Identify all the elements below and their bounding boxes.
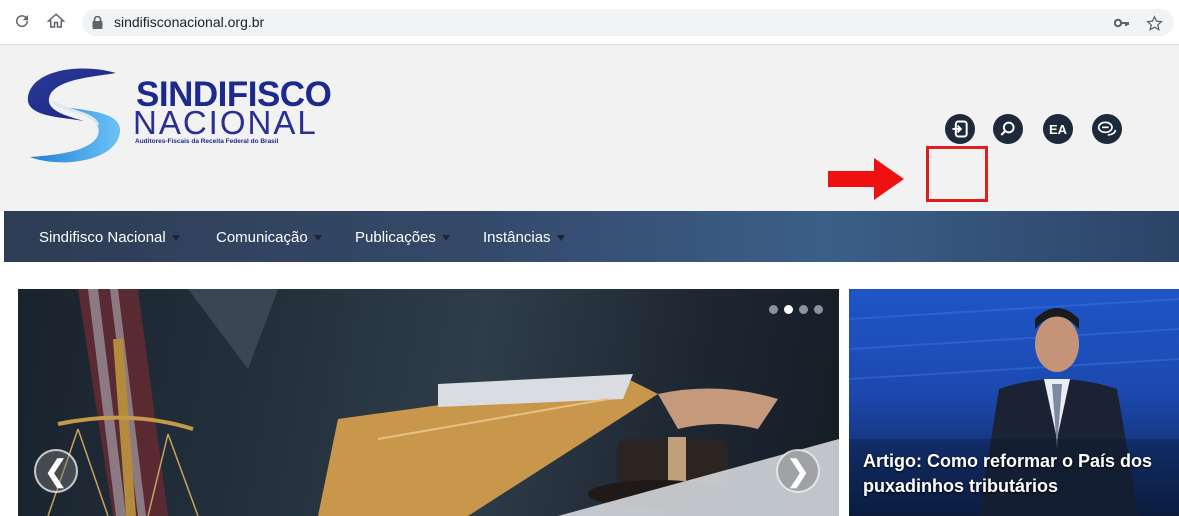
main-nav: Sindifisco Nacional Comunicação Publicaç… — [4, 211, 1179, 262]
key-icon[interactable] — [1112, 13, 1132, 33]
red-arrow-icon — [828, 158, 904, 205]
slider-dot[interactable] — [814, 305, 823, 314]
slider-prev-button[interactable]: ❮ — [34, 449, 78, 493]
caret-down-icon — [556, 235, 565, 242]
sindifisco-logo-icon[interactable] — [22, 65, 126, 170]
slide-image — [47, 289, 839, 516]
news-title: Artigo: Como reformar o País dos puxadin… — [863, 451, 1153, 496]
login-highlight-box — [926, 146, 988, 202]
slider-dots — [769, 305, 823, 314]
lock-icon — [92, 15, 103, 34]
chat-icon[interactable] — [1092, 114, 1122, 144]
caret-down-icon — [171, 235, 180, 242]
ea-button[interactable]: EA — [1043, 114, 1073, 144]
slider-dot[interactable] — [799, 305, 808, 314]
address-bar[interactable]: sindifisconacional.org.br — [82, 9, 1174, 36]
featured-news-card[interactable]: Artigo: Como reformar o País dos puxadin… — [849, 289, 1179, 516]
home-icon[interactable] — [44, 9, 68, 33]
hero-slider[interactable]: ❮ ❯ — [18, 289, 839, 516]
site-header: SINDIFISCO NACIONAL Auditores-Fiscais da… — [0, 45, 1179, 211]
nav-label: Publicações — [355, 229, 436, 246]
nav-item-instancias[interactable]: Instâncias — [483, 211, 565, 262]
nav-label: Instâncias — [483, 229, 551, 246]
slider-dot[interactable] — [769, 305, 778, 314]
caret-down-icon — [313, 235, 322, 242]
nav-label: Comunicação — [216, 229, 308, 246]
logo-tagline: Auditores-Fiscais da Receita Federal do … — [135, 138, 279, 145]
nav-item-publicacoes[interactable]: Publicações — [355, 211, 450, 262]
login-icon[interactable] — [945, 114, 975, 144]
search-icon[interactable] — [993, 114, 1023, 144]
star-icon[interactable] — [1144, 13, 1164, 33]
nav-item-sindifisco-nacional[interactable]: Sindifisco Nacional — [39, 211, 180, 262]
logo-subtitle: NACIONAL — [133, 104, 318, 141]
url-text: sindifisconacional.org.br — [114, 14, 265, 30]
slider-next-button[interactable]: ❯ — [776, 449, 820, 493]
caret-down-icon — [441, 235, 450, 242]
nav-item-comunicacao[interactable]: Comunicação — [216, 211, 322, 262]
reload-icon[interactable] — [10, 9, 34, 33]
slider-dot[interactable] — [784, 305, 793, 314]
nav-label: Sindifisco Nacional — [39, 229, 166, 246]
browser-toolbar: sindifisconacional.org.br — [0, 0, 1179, 45]
